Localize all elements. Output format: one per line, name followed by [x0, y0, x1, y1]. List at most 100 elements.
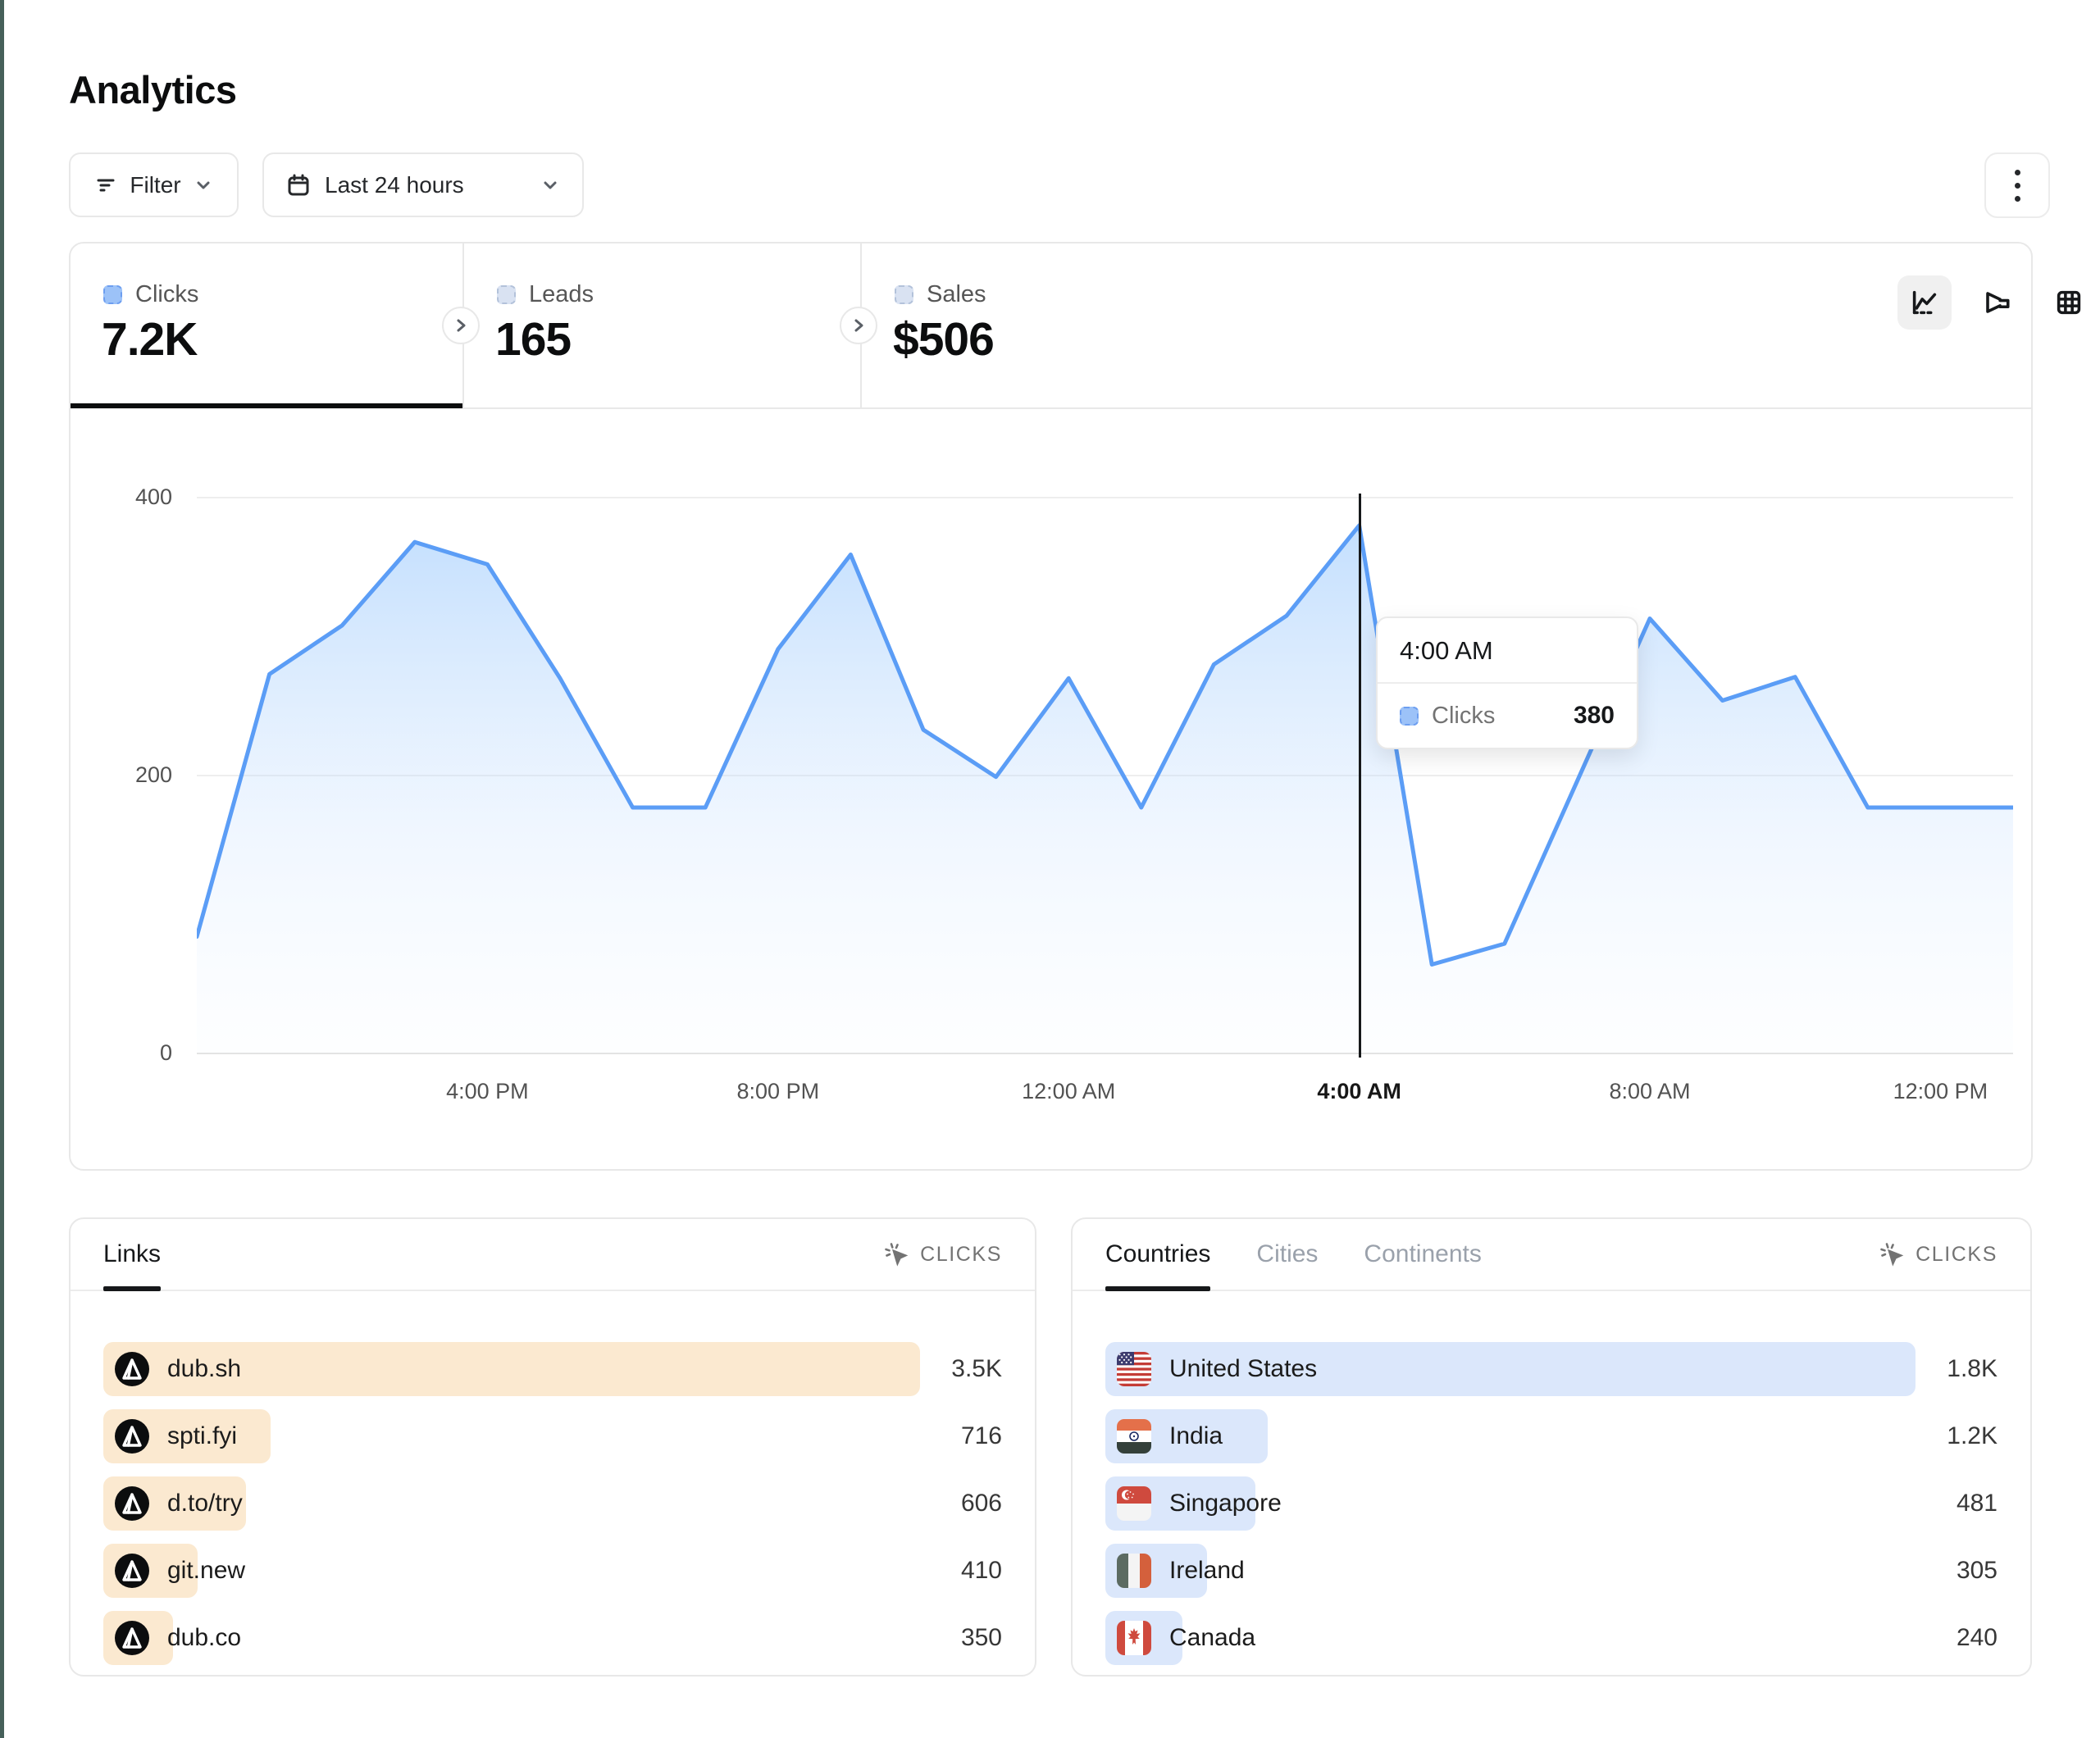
metric-label: Leads [529, 281, 594, 308]
kebab-dot [2015, 183, 2020, 189]
link-value: 606 [961, 1490, 1002, 1517]
dub-logo-icon [115, 1352, 149, 1386]
link-label: git.new [167, 1557, 245, 1585]
countries-panel: Countries Cities Continents CLICKS Unite… [1071, 1217, 2032, 1677]
calendar-icon [285, 172, 312, 198]
country-value: 240 [1957, 1624, 1998, 1652]
tooltip-series-label: Clicks [1432, 703, 1560, 730]
country-label: United States [1169, 1355, 1317, 1383]
tab-leads[interactable]: Leads 165 [464, 243, 860, 407]
date-range-button[interactable]: Last 24 hours [262, 152, 584, 217]
countries-metric-selector[interactable]: CLICKS [1878, 1240, 1998, 1268]
country-value: 481 [1957, 1490, 1998, 1517]
dub-logo-icon [115, 1554, 149, 1588]
country-label: Canada [1169, 1624, 1255, 1652]
active-tab-underline [71, 403, 462, 408]
tab-clicks[interactable]: Clicks 7.2K [71, 243, 462, 407]
y-axis-label: 200 [115, 762, 172, 788]
link-row[interactable]: dub.sh 3.5K [103, 1342, 1002, 1396]
singapore-flag-icon [1117, 1486, 1151, 1521]
cursor-click-icon [1878, 1240, 1906, 1268]
country-label: Ireland [1169, 1557, 1245, 1585]
country-row[interactable]: Singapore 481 [1105, 1476, 1998, 1531]
link-label: spti.fyi [167, 1422, 237, 1450]
country-row[interactable]: Ireland 305 [1105, 1544, 1998, 1598]
tooltip-time: 4:00 AM [1378, 618, 1637, 684]
y-axis-label: 400 [115, 485, 172, 510]
tab-sales[interactable]: Sales $506 [862, 243, 1354, 407]
table-view-toggle[interactable] [2042, 275, 2096, 330]
country-row[interactable]: Canada 240 [1105, 1611, 1998, 1665]
link-value: 716 [961, 1422, 1002, 1450]
tooltip-value: 380 [1574, 702, 1615, 730]
y-axis-label: 0 [115, 1040, 172, 1066]
chevron-down-icon [540, 175, 561, 196]
leads-value: 165 [495, 312, 571, 366]
links-panel-header: Links CLICKS [71, 1219, 1035, 1291]
link-value: 350 [961, 1624, 1002, 1652]
x-axis-label: 4:00 PM [446, 1079, 529, 1104]
chart-type-toggle-group [1897, 275, 2096, 330]
leads-legend-square [497, 285, 516, 304]
x-axis-label: 8:00 AM [1609, 1079, 1690, 1104]
line-chart-toggle[interactable] [1897, 275, 1952, 330]
expand-clicks-leads-button[interactable] [442, 307, 480, 344]
cursor-click-icon [882, 1240, 910, 1268]
x-axis-label: 12:00 AM [1022, 1079, 1115, 1104]
country-row[interactable]: United States 1.8K [1105, 1342, 1998, 1396]
links-panel: Links CLICKS dub.sh 3.5K [69, 1217, 1036, 1677]
sales-legend-square [895, 285, 913, 304]
link-label: dub.co [167, 1624, 241, 1652]
link-row[interactable]: spti.fyi 716 [103, 1409, 1002, 1463]
tab-countries[interactable]: Countries [1105, 1219, 1210, 1290]
metric-label: Clicks [135, 281, 198, 308]
kebab-dot [2015, 170, 2020, 175]
ireland-flag-icon [1117, 1554, 1151, 1588]
tab-continents[interactable]: Continents [1364, 1219, 1481, 1290]
more-options-button[interactable] [1984, 152, 2050, 218]
expand-leads-sales-button[interactable] [840, 307, 877, 344]
link-label: d.to/try [167, 1490, 243, 1517]
us-flag-icon [1117, 1352, 1151, 1386]
analytics-page: Analytics Filter Last 24 hours Clicks 7.… [0, 0, 2100, 1738]
india-flag-icon [1117, 1419, 1151, 1454]
link-row[interactable]: git.new 410 [103, 1544, 1002, 1598]
link-row[interactable]: d.to/try 606 [103, 1476, 1002, 1531]
clicks-value: 7.2K [102, 312, 197, 366]
date-range-label: Last 24 hours [325, 172, 464, 198]
filter-button[interactable]: Filter [69, 152, 239, 217]
kebab-dot [2015, 196, 2020, 202]
link-value: 410 [961, 1557, 1002, 1585]
clicks-legend-square [103, 285, 122, 304]
left-edge-divider [0, 0, 4, 1738]
chart-tooltip: 4:00 AM Clicks 380 [1376, 616, 1638, 749]
x-axis-label: 8:00 PM [737, 1079, 820, 1104]
tab-links[interactable]: Links [103, 1219, 161, 1290]
country-label: India [1169, 1422, 1223, 1450]
link-label: dub.sh [167, 1355, 241, 1383]
link-value: 3.5K [951, 1355, 1002, 1383]
links-metric-label: CLICKS [920, 1243, 1002, 1267]
country-row[interactable]: India 1.2K [1105, 1409, 1998, 1463]
countries-panel-header: Countries Cities Continents CLICKS [1073, 1219, 2030, 1291]
funnel-chart-toggle[interactable] [1970, 275, 2024, 330]
dub-logo-icon [115, 1621, 149, 1655]
country-value: 1.2K [1947, 1422, 1998, 1450]
filter-icon [93, 173, 118, 198]
links-metric-selector[interactable]: CLICKS [882, 1240, 1002, 1268]
country-value: 305 [1957, 1557, 1998, 1585]
clicks-area-chart[interactable] [197, 459, 2013, 1058]
link-row[interactable]: dub.co 350 [103, 1611, 1002, 1665]
country-label: Singapore [1169, 1490, 1282, 1517]
x-axis-label: 12:00 PM [1893, 1079, 1988, 1104]
crosshair-line [1359, 494, 1361, 1058]
dub-logo-icon [115, 1486, 149, 1521]
dub-logo-icon [115, 1419, 149, 1454]
filter-button-label: Filter [130, 172, 180, 198]
clicks-legend-square [1400, 707, 1419, 726]
x-axis-label: 4:00 AM [1317, 1079, 1401, 1104]
chevron-down-icon [193, 175, 214, 196]
tab-cities[interactable]: Cities [1256, 1219, 1318, 1290]
country-value: 1.8K [1947, 1355, 1998, 1383]
page-title: Analytics [69, 67, 236, 112]
